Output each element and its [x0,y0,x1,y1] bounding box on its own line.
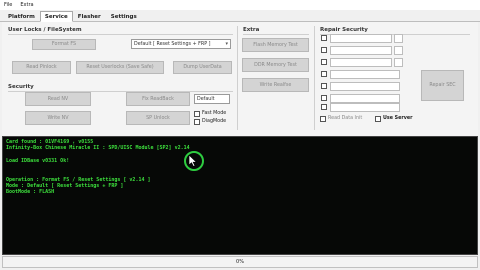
read-data-init-label: Read Data Init [328,116,363,121]
log-console[interactable]: Card found : 01VF4169 , v0155 Infinity-B… [2,136,478,255]
chevron-down-icon: ▾ [225,41,228,47]
repair-option-checkbox-2[interactable] [321,47,327,53]
fast-mode-label: Fast Mode [202,111,227,116]
progress-text: 0% [236,259,244,265]
repair-security-title: Repair Security [320,27,368,33]
write-realfse-button[interactable]: Write Realfse [242,78,309,92]
repair-field-4[interactable] [330,70,400,79]
fix-readback-button[interactable]: Fix ReadBack [126,92,190,106]
menu-file[interactable]: File [4,2,12,8]
divider [237,26,238,130]
tab-settings[interactable]: Settings [106,11,142,22]
use-server-label: Use Server [383,116,413,121]
read-data-init-checkbox[interactable] [320,116,326,122]
divider [243,34,309,35]
progress-status-bar: 0% [2,256,478,268]
format-mode-value: Default [ Reset Settings + FRP ] [134,41,211,47]
repair-field-6[interactable] [330,94,400,103]
use-server-checkbox[interactable] [375,116,381,122]
repair-option-checkbox-5[interactable] [321,83,327,89]
cursor-highlight-icon [184,151,204,171]
reset-userlocks-button[interactable]: Reset Userlocks (Save Safe) [76,61,164,74]
repair-option-checkbox-7[interactable] [321,104,327,110]
repair-sec-button[interactable]: Repair SEC [421,70,464,101]
diag-mode-label: DiagMode [202,119,227,124]
repair-field-7[interactable] [330,103,400,112]
ddr-memory-test-button[interactable]: DDR Memory Test [242,58,309,72]
security-title: Security [8,84,34,90]
format-fs-button[interactable]: Format FS [32,39,96,50]
read-nv-button[interactable]: Read NV [25,92,91,106]
divider [314,26,315,130]
repair-field-3[interactable] [330,58,392,67]
write-nv-button[interactable]: Write NV [25,111,91,125]
diag-mode-checkbox[interactable] [194,119,200,125]
log-line: BootMode : FLASH [6,189,55,196]
format-mode-select[interactable]: Default [ Reset Settings + FRP ] ▾ [131,39,231,49]
user-locks-title: User Locks / FileSystem [8,27,82,33]
divider [8,34,233,35]
repair-field-1-side[interactable] [394,34,403,43]
repair-field-3-side[interactable] [394,58,403,67]
repair-option-checkbox-4[interactable] [321,71,327,77]
sp-unlock-button[interactable]: SP Unlock [126,111,190,125]
mouse-pointer-icon [188,155,198,167]
repair-field-2-side[interactable] [394,46,403,55]
extra-title: Extra [243,27,260,33]
repair-field-1[interactable] [330,34,392,43]
menu-extra[interactable]: Extra [20,2,33,8]
security-mode-value: Default [197,96,215,102]
tab-platform[interactable]: Platform [3,11,40,22]
tab-flasher[interactable]: Flasher [73,11,106,22]
dump-userdata-button[interactable]: Dump UserData [173,61,232,74]
repair-field-5[interactable] [330,82,400,91]
flash-memory-test-button[interactable]: Flash Memory Test [242,38,309,52]
menu-bar: File Extra [0,0,480,10]
repair-field-2[interactable] [330,46,392,55]
fast-mode-checkbox[interactable] [194,111,200,117]
security-mode-select[interactable]: Default [194,94,230,104]
tab-service[interactable]: Service [39,11,73,22]
read-pinlock-button[interactable]: Read Pinlock [12,61,71,74]
tab-bar: Platform Service Flasher Settings [0,11,480,22]
repair-option-checkbox-1[interactable] [321,35,327,41]
repair-option-checkbox-3[interactable] [321,59,327,65]
repair-option-checkbox-6[interactable] [321,95,327,101]
